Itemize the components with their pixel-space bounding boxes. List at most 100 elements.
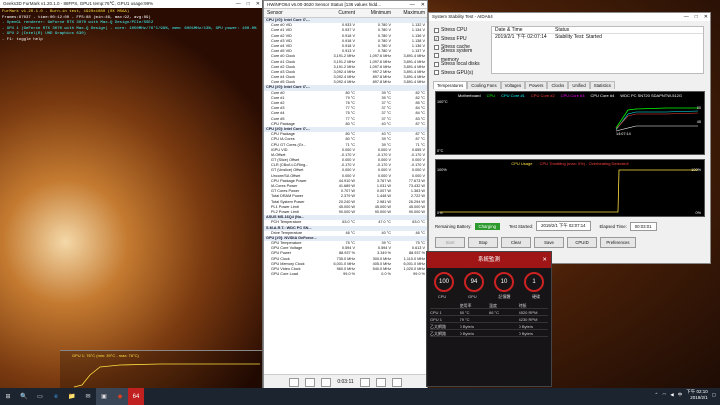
- task-view-icon[interactable]: ▭: [32, 388, 48, 405]
- furmark-title: Geeks3D FurMark v1.20.1.0 - 88FPS, GPU1 …: [3, 1, 154, 6]
- wifi-icon[interactable]: ◠: [662, 392, 666, 398]
- aida64-taskbar-icon[interactable]: 64: [128, 388, 144, 405]
- monitor-cell: 0 Byte/s: [518, 331, 533, 336]
- monitor-cell: [489, 330, 519, 336]
- stress-option[interactable]: ✓ Stress FPU: [434, 35, 489, 44]
- disk-gauge: 1: [524, 272, 544, 292]
- input-language[interactable]: 中: [678, 392, 683, 398]
- close-icon[interactable]: ✕: [704, 13, 708, 21]
- sensor-row[interactable]: GPU Core Load 99.0 % 0.0 % 99.0 %: [264, 272, 427, 277]
- file-explorer-icon[interactable]: 📁: [64, 388, 80, 405]
- settings-icon[interactable]: [375, 377, 386, 387]
- checkbox[interactable]: [434, 44, 439, 50]
- stress-option-label: Stress FPU: [441, 35, 467, 42]
- stress-option[interactable]: Stress CPU: [434, 26, 489, 35]
- cpu-usage-graph: CPU Usage CPU Throttling (max: 0%) - Ove…: [435, 159, 705, 217]
- sensor-current: 46 °C: [345, 230, 355, 235]
- tab-voltages[interactable]: Voltages: [500, 81, 526, 89]
- cpu-usage-lines: [440, 169, 698, 213]
- notification-icon[interactable]: ▢: [712, 392, 716, 398]
- stress-option[interactable]: Stress system memory: [434, 48, 489, 63]
- sensor-minimum: 897.8 MHz: [372, 80, 391, 85]
- sensor-maximum: 3,891.4 MHz: [403, 80, 425, 85]
- minimize-icon[interactable]: —: [410, 1, 415, 8]
- search-icon[interactable]: 🔍: [16, 388, 32, 405]
- sensor-minimum: 40 °C: [381, 230, 391, 235]
- tab-statistics[interactable]: Statistics: [589, 81, 615, 89]
- nav-right-icon[interactable]: [305, 377, 316, 387]
- checkbox[interactable]: [434, 70, 439, 76]
- memory-gauge: 10: [494, 272, 514, 292]
- header-minimum[interactable]: Minimum: [355, 9, 391, 17]
- sensor-maximum: 63.0 °C: [412, 220, 425, 225]
- tab-powers[interactable]: Powers: [525, 81, 548, 89]
- start-icon[interactable]: ⊞: [0, 388, 16, 405]
- hwinfo-sensor-list[interactable]: CPU [#0]: Intel Core i7-... Core #0 VID 0.…: [264, 18, 427, 375]
- system-monitor-widget[interactable]: 系統監測 ✕ 100 94 10 1 CPU GPU 記憶體 硬碟 使用率 溫度 時…: [426, 251, 552, 387]
- volume-icon[interactable]: ◀: [670, 392, 673, 398]
- hwinfo-window[interactable]: HWiNFO64 v6.00-3620 Sensor Status [136 v…: [263, 0, 428, 390]
- sensor-current: 3,092.4 MHz: [333, 80, 355, 85]
- tab-unified[interactable]: Unified: [568, 81, 590, 89]
- checkbox[interactable]: [434, 27, 439, 33]
- stop-button[interactable]: Stop: [468, 237, 498, 248]
- preferences-button[interactable]: Preferences: [600, 237, 636, 248]
- checkbox[interactable]: [434, 53, 439, 59]
- tab-cooling-fans[interactable]: Cooling Fans: [467, 81, 501, 89]
- edge-icon[interactable]: e: [48, 388, 64, 405]
- close-sensor-icon[interactable]: [391, 377, 402, 387]
- clear-button[interactable]: Clear: [501, 237, 531, 248]
- cpuid-button[interactable]: CPUID: [567, 237, 597, 248]
- furmark-window[interactable]: Geeks3D FurMark v1.20.1.0 - 88FPS, GPU1 …: [0, 0, 263, 390]
- clock[interactable]: 下午 02:10 2019/2/1: [686, 389, 708, 401]
- header-maximum[interactable]: Maximum: [391, 9, 427, 17]
- clock-icon[interactable]: [359, 377, 370, 387]
- hwinfo-footer: 0:03:11: [264, 374, 427, 389]
- elapsed-time-label: Elapsed Time:: [599, 223, 627, 229]
- collapse-icon[interactable]: ✕: [542, 252, 547, 268]
- elapsed-time-value: 00:03:01: [629, 221, 657, 231]
- tab-clocks[interactable]: Clocks: [547, 81, 569, 89]
- gauge-labels: CPU GPU 記憶體 硬碟: [427, 292, 551, 302]
- header-current[interactable]: Current: [319, 9, 355, 17]
- gauge-label: CPU: [437, 294, 447, 299]
- hwinfo-titlebar[interactable]: HWiNFO64 v6.00-3620 Sensor Status [136 v…: [264, 1, 427, 9]
- test-started-label: Test Started:: [508, 223, 534, 229]
- stress-option[interactable]: Stress GPU(s): [434, 69, 489, 78]
- checkbox[interactable]: [434, 61, 439, 67]
- minimize-icon[interactable]: —: [236, 0, 241, 8]
- monitor-cell: GPU 1: [430, 317, 443, 322]
- gauge-label: GPU: [468, 294, 477, 299]
- nav-left-icon[interactable]: [289, 377, 300, 387]
- checkbox[interactable]: ✓: [434, 36, 439, 42]
- status-date: 2019/2/1 下午 02:07:14: [495, 34, 547, 40]
- tab-temperatures[interactable]: Temperatures: [433, 81, 468, 89]
- hwinfo-title: HWiNFO64 v6.00-3620 Sensor Status [136 v…: [267, 2, 382, 7]
- save-button[interactable]: Save: [534, 237, 564, 248]
- furmark-taskbar-icon[interactable]: ◆: [112, 388, 128, 405]
- close-icon[interactable]: ✕: [421, 1, 425, 8]
- monitor-cell: 0 Byte/s: [518, 324, 533, 329]
- aida64-window[interactable]: System Stability Test - AIDA64 — □ ✕ Stres…: [428, 12, 711, 264]
- monitor-row: 乙太網路 0 Byte/s 0 Byte/s: [430, 330, 548, 337]
- status-col-status: Status: [555, 27, 570, 33]
- sensor-current: 90.000 W: [338, 209, 355, 214]
- minimize-icon[interactable]: —: [684, 13, 689, 21]
- network-icon[interactable]: [321, 377, 332, 387]
- maximize-icon[interactable]: □: [695, 13, 698, 21]
- mail-icon[interactable]: ✉: [80, 388, 96, 405]
- header-sensor[interactable]: Sensor: [264, 9, 319, 17]
- close-icon[interactable]: ✕: [256, 0, 260, 8]
- start-button[interactable]: Start: [435, 237, 465, 248]
- gauge-label: 記憶體: [498, 294, 511, 299]
- maximize-icon[interactable]: □: [247, 0, 250, 8]
- up-arrow-icon[interactable]: ⌃: [655, 392, 659, 398]
- monitor-cell: [489, 323, 519, 329]
- hwinfo-taskbar-icon[interactable]: ▣: [96, 388, 112, 405]
- aida64-titlebar[interactable]: System Stability Test - AIDA64 — □ ✕: [429, 13, 710, 21]
- sensor-minimum: 47.0 °C: [378, 220, 391, 225]
- status-header-row: Date & Time Status: [492, 27, 703, 34]
- furmark-titlebar[interactable]: Geeks3D FurMark v1.20.1.0 - 88FPS, GPU1 …: [0, 0, 262, 8]
- system-tray: ⌃ ◠ ◀ 中 下午 02:10 2019/2/1 ▢: [655, 389, 716, 401]
- status-table: Date & Time Status 2019/2/1 下午 02:07:14 …: [491, 26, 704, 74]
